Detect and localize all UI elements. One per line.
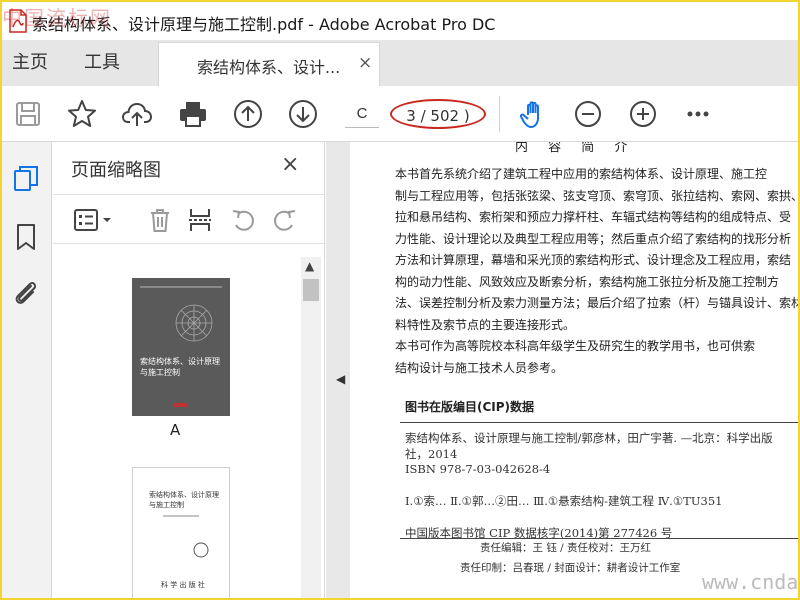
cip-line: 索结构体系、设计原理与施工控制/郭彦林，田广宇著. —北京：科学出版 [405, 431, 773, 445]
tab-bar: 主页 工具 索结构体系、设计... × [2, 40, 798, 86]
credit-line: 责任印制：吕春珉 / 封面设计：耕者设计工作室 [460, 562, 681, 574]
cip-line: 社，2014 [405, 446, 458, 461]
text-line: 构的动力性能、风致效应及断索分析，索结构施工张拉分析及施工控制方 [395, 274, 780, 289]
cip-line: ISBN 978-7-03-042628-4 [405, 461, 551, 476]
text-line: 料特性及索节点的主要连接形式。 [395, 317, 576, 332]
page-label: A [170, 421, 181, 439]
cover-title: 索结构体系、设计原理 与施工控制 [140, 357, 220, 377]
text-line: 方法和计算原理，幕墙和采光顶的索结构形式、设计理念及工程应用，索结 [395, 253, 792, 267]
zoom-out-icon[interactable] [572, 98, 604, 130]
text-line: 力性能、设计理论以及典型工程应用等；然后重点介绍了索结构的找形分析 [395, 231, 792, 246]
credit-line: 责任编辑：王 钰 / 责任校对：王万红 [480, 542, 652, 554]
text-line: 拉和悬吊结构、索桁架和预应力撑杆柱、车辐式结构等结构的组成特点、受 [395, 210, 792, 224]
cip-heading: 图书在版编目(CIP)数据 [405, 400, 535, 414]
scroll-up-arrow-icon[interactable]: ▲ [305, 259, 314, 273]
main-toolbar: 3 / 502 ) [2, 86, 798, 142]
page-thumbnails-icon[interactable] [11, 164, 41, 194]
bookmark-icon[interactable] [11, 222, 41, 252]
document-view: ◀ 内 容 简 介 本书首先系统介绍了建筑工程中应用的索结构体系、设计原理、施工… [326, 142, 798, 598]
section-heading: 内 容 简 介 [515, 142, 636, 155]
acrobat-window: 索结构体系、设计原理与施工控制.pdf - Adobe Acrobat Pro … [2, 2, 798, 598]
title-bar: 索结构体系、设计原理与施工控制.pdf - Adobe Acrobat Pro … [2, 2, 798, 40]
document-tab-label: 索结构体系、设计... [197, 58, 341, 77]
page-thumbnail-title-page[interactable]: 索结构体系、设计原理 与施工控制 科 学 出 版 社 [132, 467, 230, 598]
panel-title: 页面缩略图 [71, 160, 161, 181]
insert-page-icon[interactable] [186, 206, 214, 234]
hand-icon[interactable] [518, 98, 550, 130]
pdf-file-icon [8, 9, 28, 33]
save-icon[interactable] [12, 98, 44, 130]
text-line: 结构设计与施工技术人员参考。 [395, 360, 564, 375]
attachment-icon[interactable] [11, 278, 41, 308]
tab-document[interactable]: 索结构体系、设计... × [158, 42, 380, 86]
text-line: 制与工程应用等，包括张弦梁、弦支穹顶、索穹顶、张拉结构、索网、索拱、斜 [395, 188, 798, 203]
text-line: 本书首先系统介绍了建筑工程中应用的索结构体系、设计原理、施工控 [395, 167, 768, 181]
close-tab-icon[interactable]: × [358, 53, 372, 73]
delete-page-icon[interactable] [146, 206, 174, 234]
star-icon[interactable] [66, 98, 98, 130]
divider [400, 538, 798, 539]
thumbnail-scrollbar[interactable]: ▲ [301, 257, 321, 598]
pdf-page: 内 容 简 介 本书首先系统介绍了建筑工程中应用的索结构体系、设计原理、施工控制… [350, 142, 798, 598]
print-icon[interactable] [177, 98, 209, 130]
url-watermark: www.cndao.com [702, 570, 798, 594]
window-title: 索结构体系、设计原理与施工控制.pdf - Adobe Acrobat Pro … [32, 15, 496, 34]
page-number-input[interactable] [345, 100, 379, 128]
options-menu-icon[interactable] [73, 206, 113, 234]
cloud-upload-icon[interactable] [121, 98, 153, 130]
page-thumbnail-cover[interactable]: 索结构体系、设计原理 与施工控制 [132, 278, 230, 416]
publisher-name: 科 学 出 版 社 [161, 581, 205, 589]
toolbar-divider [499, 96, 500, 132]
tab-home[interactable]: 主页 [12, 40, 48, 86]
thumbnail-toolbar [53, 194, 325, 244]
page-count-display: 3 / 502 ) [390, 99, 486, 129]
close-panel-icon[interactable]: × [281, 152, 299, 177]
scrollbar-thumb[interactable] [303, 279, 319, 301]
more-icon[interactable] [682, 98, 714, 130]
arrow-up-circle-icon[interactable] [232, 98, 264, 130]
tab-tools[interactable]: 工具 [84, 40, 120, 86]
divider [400, 422, 798, 423]
cip-line: Ⅰ.①索… Ⅱ.①郭…②田… Ⅲ.①悬索结构-建筑工程 Ⅳ.①TU351 [405, 494, 723, 509]
left-navigation-rail [2, 142, 52, 598]
text-line: 本书可作为高等院校本科高年级学生及研究生的教学用书，也可供索 [395, 339, 756, 353]
text-line: 法、误差控制分析及索力测量方法；最后介绍了拉索（杆）与锚具设计、索材 [395, 296, 798, 310]
rotate-right-icon[interactable] [270, 206, 298, 234]
zoom-in-icon[interactable] [627, 98, 659, 130]
collapse-panel-icon[interactable]: ◀ [336, 372, 345, 386]
page-thumbnails-panel: 页面缩略图 × 索结构体系、设计原理 与施工控制 A 索结构体系、设计原理 与施… [53, 142, 325, 598]
thumbnail-list: 索结构体系、设计原理 与施工控制 A 索结构体系、设计原理 与施工控制 科 学 出 … [53, 245, 325, 598]
rotate-left-icon[interactable] [230, 206, 258, 234]
arrow-down-circle-icon[interactable] [287, 98, 319, 130]
